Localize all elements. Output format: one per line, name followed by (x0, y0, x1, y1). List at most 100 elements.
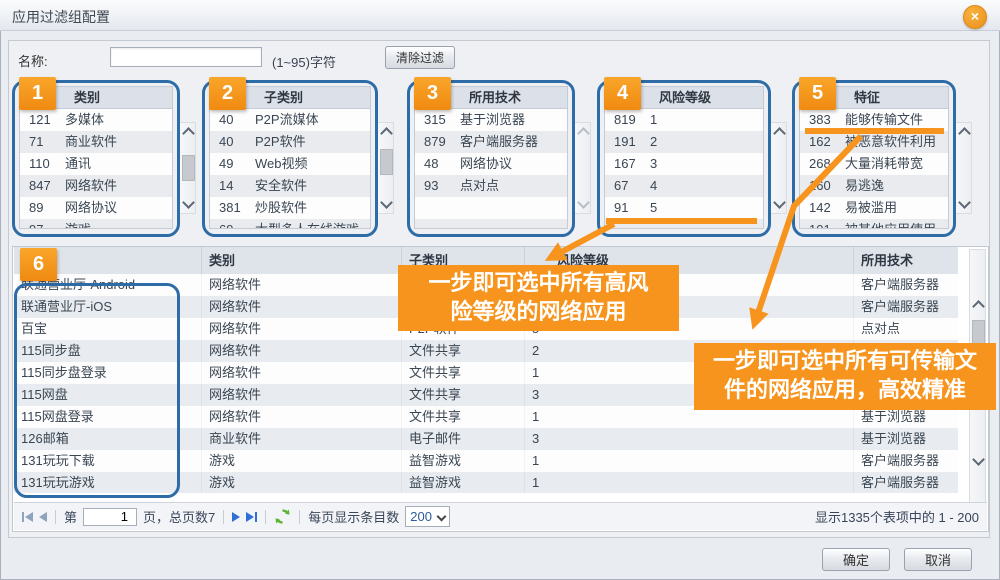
item-count: 14 (210, 175, 255, 197)
list-item[interactable]: 915 (605, 197, 763, 219)
item-count: 93 (415, 175, 460, 197)
list-item[interactable]: 93点对点 (415, 175, 567, 197)
list-item[interactable]: 383能够传输文件 (800, 109, 948, 131)
item-count: 49 (210, 153, 255, 175)
list-item[interactable]: 71商业软件 (20, 131, 172, 153)
item-label: 网络协议 (460, 153, 567, 175)
table-cell: 网络软件 (202, 406, 402, 428)
table-row[interactable]: 131玩玩游戏游戏益智游戏1客户端服务器 (14, 472, 958, 493)
table-cell: 文件共享 (402, 384, 525, 406)
list-item[interactable]: 121多媒体 (20, 109, 172, 131)
list-item[interactable]: 1912 (605, 131, 763, 153)
item-label: 易被滥用 (845, 197, 948, 219)
scroll-up-icon[interactable] (972, 300, 985, 313)
callout-line: 一步即可选中所有高风 (398, 268, 679, 297)
list-item[interactable]: 162被恶意软件利用 (800, 131, 948, 153)
scroll-up-icon[interactable] (380, 127, 393, 140)
table-cell: 网络软件 (202, 274, 402, 296)
item-count: 191 (605, 131, 650, 153)
clear-filter-button[interactable]: 清除过滤 (385, 46, 455, 69)
list-item[interactable]: 142易被滥用 (800, 197, 948, 219)
item-count: 97 (20, 219, 65, 229)
table-cell: 联通营业厅-iOS (14, 296, 202, 318)
ok-button[interactable]: 确定 (822, 548, 890, 571)
table-cell: 客户端服务器 (854, 472, 958, 493)
item-label: 通讯 (65, 153, 172, 175)
list-item[interactable]: 674 (605, 175, 763, 197)
item-label: 3 (650, 153, 763, 175)
cancel-button[interactable]: 取消 (904, 548, 972, 571)
scroll-up-icon[interactable] (773, 127, 786, 140)
list-item[interactable]: 14安全软件 (210, 175, 370, 197)
list-item[interactable]: 1673 (605, 153, 763, 175)
scroll-down-icon[interactable] (972, 453, 985, 466)
scroll-thumb[interactable] (380, 149, 393, 175)
scroll-up-icon[interactable] (958, 127, 971, 140)
list-item[interactable]: 101被其他应用使用 (800, 219, 948, 229)
item-label: 游戏 (65, 219, 172, 229)
scrollbar[interactable] (955, 122, 972, 214)
list-item[interactable]: 847网络软件 (20, 175, 172, 197)
item-label: 炒股软件 (255, 197, 370, 219)
item-count: 69 (210, 219, 255, 229)
page-input[interactable] (83, 508, 137, 526)
list-item[interactable]: 40P2P软件 (210, 131, 370, 153)
scrollbar[interactable] (574, 122, 591, 214)
scroll-down-icon[interactable] (958, 196, 971, 209)
item-count: 315 (415, 109, 460, 131)
filter-panel-feature: 特征 383能够传输文件162被恶意软件利用268大量消耗带宽160易逃逸142… (795, 82, 953, 233)
scroll-down-icon[interactable] (773, 196, 786, 209)
item-label: 点对点 (460, 175, 567, 197)
list-item[interactable]: 160易逃逸 (800, 175, 948, 197)
name-input[interactable] (110, 47, 262, 67)
list-item[interactable]: 40P2P流媒体 (210, 109, 370, 131)
list-item[interactable]: 879客户端服务器 (415, 131, 567, 153)
list-item[interactable]: 110通讯 (20, 153, 172, 175)
table-cell: 1 (525, 450, 854, 472)
table-cell: 客户端服务器 (854, 274, 958, 296)
scroll-thumb[interactable] (182, 155, 195, 181)
list-item[interactable]: 97游戏 (20, 219, 172, 229)
column-header-technology[interactable]: 所用技术 (854, 247, 958, 274)
item-label: 网络协议 (65, 197, 172, 219)
scroll-up-icon[interactable] (182, 127, 195, 140)
column-header-category[interactable]: 类别 (202, 247, 402, 274)
scroll-down-icon[interactable] (577, 196, 590, 209)
scrollbar[interactable] (377, 122, 394, 214)
item-count: 268 (800, 153, 845, 175)
first-page-icon[interactable] (22, 512, 33, 522)
list-item[interactable]: 48网络协议 (415, 153, 567, 175)
list-item[interactable]: 315基于浏览器 (415, 109, 567, 131)
list-item[interactable]: 268大量消耗带宽 (800, 153, 948, 175)
list-item[interactable]: 381炒股软件 (210, 197, 370, 219)
per-page-select[interactable]: 200 (405, 506, 450, 527)
list-item[interactable]: 49Web视频 (210, 153, 370, 175)
table-cell: 126邮箱 (14, 428, 202, 450)
item-label: P2P软件 (255, 131, 370, 153)
list-item[interactable]: 69大型多人在线游戏 (210, 219, 370, 229)
close-icon[interactable]: × (963, 5, 987, 29)
list-item[interactable]: 8191 (605, 109, 763, 131)
item-count: 48 (415, 153, 460, 175)
list-rows: 121多媒体71商业软件110通讯847网络软件89网络协议97游戏 (20, 109, 172, 228)
table-cell: 网络软件 (202, 340, 402, 362)
list-item[interactable]: 89网络协议 (20, 197, 172, 219)
refresh-icon[interactable] (274, 508, 291, 525)
table-cell: 网络软件 (202, 384, 402, 406)
scroll-down-icon[interactable] (380, 196, 393, 209)
scrollbar[interactable] (770, 122, 787, 214)
scroll-up-icon[interactable] (577, 127, 590, 140)
next-page-icon[interactable] (232, 512, 240, 522)
table-row[interactable]: 131玩玩下载游戏益智游戏1客户端服务器 (14, 450, 958, 472)
table-cell: 115同步盘 (14, 340, 202, 362)
dialog-titlebar: 应用过滤组配置 × (0, 0, 1000, 31)
table-row[interactable]: 126邮箱商业软件电子邮件3基于浏览器 (14, 428, 958, 450)
item-label: Web视频 (255, 153, 370, 175)
filter-panel-category: 类别 121多媒体71商业软件110通讯847网络软件89网络协议97游戏 1 (15, 82, 177, 233)
prev-page-icon[interactable] (39, 512, 47, 522)
item-count: 40 (210, 131, 255, 153)
scroll-down-icon[interactable] (182, 196, 195, 209)
table-cell: 1 (525, 472, 854, 493)
scrollbar[interactable] (179, 122, 196, 214)
last-page-icon[interactable] (246, 512, 257, 522)
